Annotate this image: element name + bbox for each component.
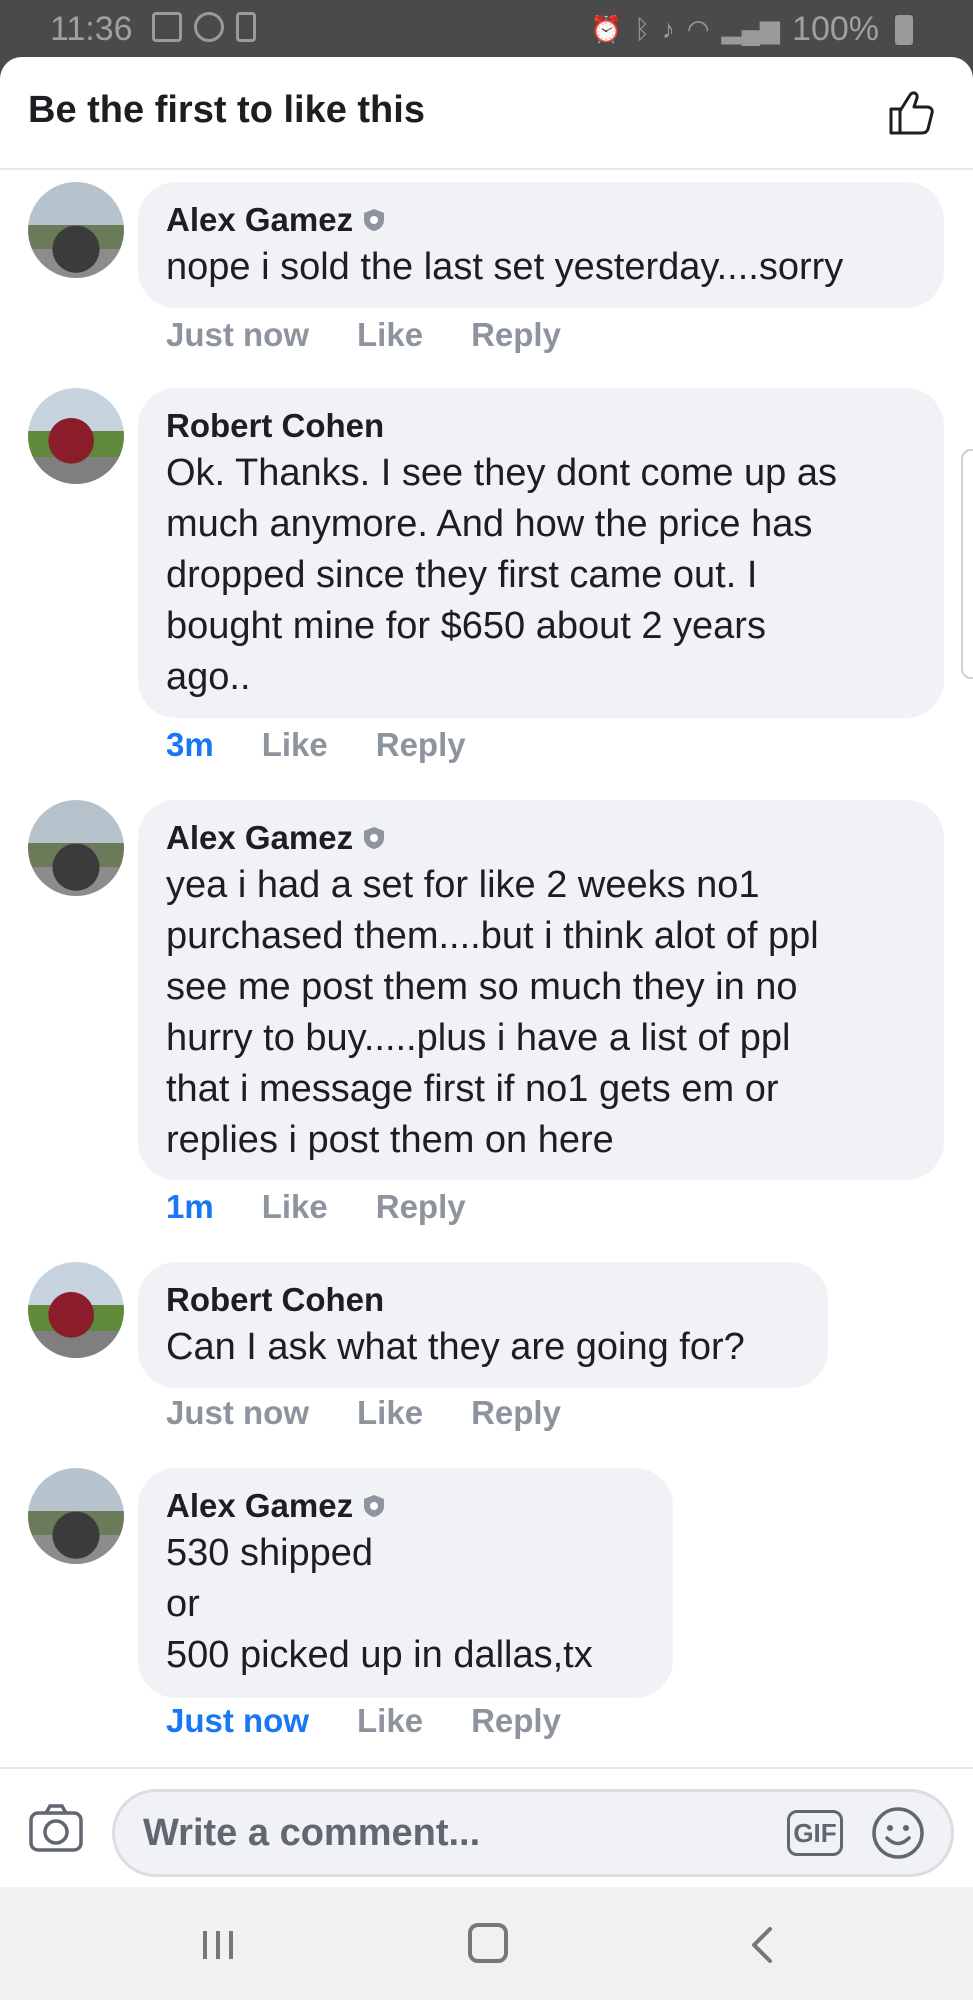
comment-text: yea i had a set for like 2 weeks no1 pur… <box>166 864 819 1161</box>
comment-author[interactable]: Alex Gamez <box>166 1487 353 1525</box>
status-time: 11:36 <box>50 10 133 48</box>
avatar[interactable] <box>28 388 124 484</box>
comment-time[interactable]: Just now <box>166 316 309 354</box>
bluetooth-icon: ᛒ <box>634 14 650 44</box>
wifi-icon: ◠ <box>686 14 710 44</box>
app-notification-icon <box>194 12 224 42</box>
shield-badge-icon <box>364 209 385 231</box>
comment-input[interactable]: Write a comment... GIF <box>112 1789 954 1877</box>
comment-time[interactable]: Just now <box>166 1394 309 1432</box>
reply-button[interactable]: Reply <box>471 316 561 354</box>
status-bar: 11:36 ⏰ ᛒ ♪ ◠ ▂▄▆ 100% <box>0 0 973 57</box>
comment-time[interactable]: 3m <box>166 726 214 764</box>
comment-bubble: Robert Cohen Ok. Thanks. I see they dont… <box>138 388 944 718</box>
comment-text: 530 shipped or 500 picked up in dallas,t… <box>166 1532 593 1676</box>
comment-actions: 3m Like Reply <box>166 726 466 764</box>
scrollbar[interactable] <box>961 449 973 679</box>
reply-button[interactable]: Reply <box>376 726 466 764</box>
home-icon[interactable] <box>468 1923 508 1963</box>
comment-text: nope i sold the last set yesterday....so… <box>166 246 844 288</box>
like-button[interactable]: Like <box>262 1188 328 1226</box>
comment-bubble: Alex Gamez nope i sold the last set yest… <box>138 182 944 308</box>
battery-icon <box>895 14 913 45</box>
camera-icon[interactable] <box>28 1803 84 1853</box>
reply-button[interactable]: Reply <box>471 1394 561 1432</box>
alarm-icon: ⏰ <box>589 14 623 44</box>
signal-icon: ▂▄▆ <box>721 14 781 44</box>
battery-percent: 100% <box>792 10 879 48</box>
like-button[interactable]: Like <box>357 1394 423 1432</box>
recent-apps-icon[interactable] <box>200 1927 236 1963</box>
notification-icons <box>152 12 256 42</box>
system-nav-bar <box>0 1887 973 2000</box>
comment-actions: Just now Like Reply <box>166 1394 561 1432</box>
comment-time[interactable]: Just now <box>166 1702 309 1740</box>
avatar[interactable] <box>28 182 124 278</box>
comment-bubble: Alex Gamez 530 shipped or 500 picked up … <box>138 1468 673 1698</box>
avatar[interactable] <box>28 1262 124 1358</box>
comment-author[interactable]: Robert Cohen <box>166 407 384 445</box>
comment-text: Can I ask what they are going for? <box>166 1326 745 1368</box>
like-button[interactable]: Like <box>262 726 328 764</box>
avatar[interactable] <box>28 1468 124 1564</box>
comment-bubble: Alex Gamez yea i had a set for like 2 we… <box>138 800 944 1180</box>
comment-time[interactable]: 1m <box>166 1188 214 1226</box>
comment-author[interactable]: Robert Cohen <box>166 1281 384 1319</box>
shield-badge-icon <box>364 827 385 849</box>
reply-button[interactable]: Reply <box>376 1188 466 1226</box>
avatar[interactable] <box>28 800 124 896</box>
comment-actions: Just now Like Reply <box>166 316 561 354</box>
comment-author[interactable]: Alex Gamez <box>166 819 353 857</box>
thumbs-up-icon[interactable] <box>885 87 937 139</box>
like-button[interactable]: Like <box>357 316 423 354</box>
smile-icon[interactable] <box>871 1806 925 1860</box>
shield-badge-icon <box>364 1495 385 1517</box>
comment-bubble: Robert Cohen Can I ask what they are goi… <box>138 1262 828 1388</box>
comment-input-placeholder: Write a comment... <box>143 1812 481 1854</box>
header: Be the first to like this <box>0 57 973 170</box>
comment-composer: Write a comment... GIF <box>0 1767 973 1887</box>
mute-icon: ♪ <box>661 14 675 44</box>
like-button[interactable]: Like <box>357 1702 423 1740</box>
comment-author[interactable]: Alex Gamez <box>166 201 353 239</box>
facebook-notification-icon <box>152 12 182 42</box>
comment-actions: 1m Like Reply <box>166 1188 466 1226</box>
comments-sheet: Be the first to like this Alex Gamez nop… <box>0 57 973 1887</box>
comment-text: Ok. Thanks. I see they dont come up as m… <box>166 452 837 698</box>
reply-button[interactable]: Reply <box>471 1702 561 1740</box>
gif-icon[interactable]: GIF <box>787 1810 843 1856</box>
page-title: Be the first to like this <box>28 89 425 131</box>
system-icons: ⏰ ᛒ ♪ ◠ ▂▄▆ 100% <box>590 10 913 49</box>
comment-actions: Just now Like Reply <box>166 1702 561 1740</box>
back-icon[interactable] <box>744 1925 780 1965</box>
battery-saver-icon <box>236 12 256 42</box>
